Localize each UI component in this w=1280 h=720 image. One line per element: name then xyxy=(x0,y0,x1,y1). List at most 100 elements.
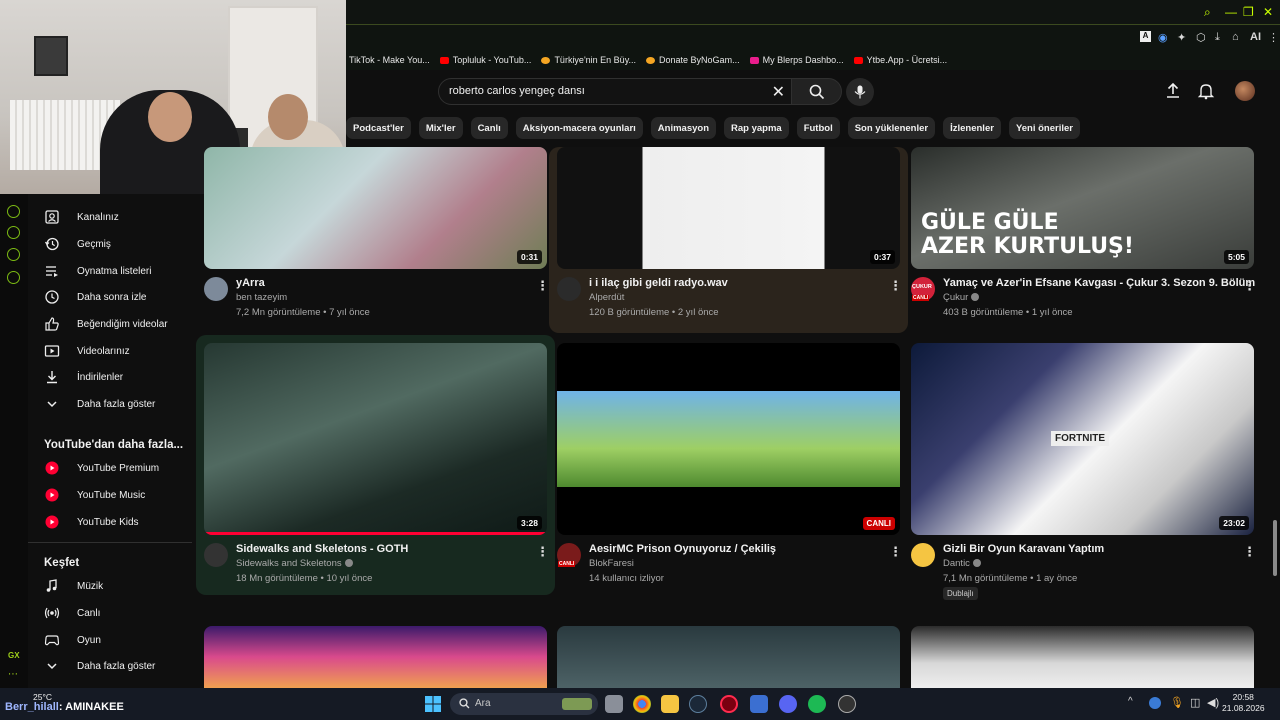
discord-icon[interactable] xyxy=(779,695,797,713)
account-avatar[interactable] xyxy=(1235,81,1255,101)
volume-icon[interactable]: ◀) xyxy=(1207,696,1219,709)
clear-search-icon[interactable]: ✕ xyxy=(772,82,785,102)
sidebar-item[interactable]: Canlı xyxy=(44,603,100,623)
filter-chip[interactable]: İzlenenler xyxy=(943,117,1001,139)
video-title[interactable]: Sidewalks and Skeletons - GOTH xyxy=(236,543,408,555)
sidebar-item[interactable]: YouTube Music xyxy=(44,485,145,505)
store-icon[interactable] xyxy=(750,695,768,713)
mic-tray-icon[interactable]: 🎙 xyxy=(1170,696,1184,709)
sidebar-item[interactable]: Oynatma listeleri xyxy=(44,261,151,281)
video-title[interactable]: AesirMC Prison Oynuyoruz / Çekiliş xyxy=(589,543,776,555)
bookmark-item[interactable]: My Blerps Dashbo... xyxy=(749,55,844,65)
maximize-button[interactable]: ❐ xyxy=(1243,5,1254,19)
channel-name[interactable]: BlokFaresi xyxy=(589,558,634,569)
upload-icon[interactable] xyxy=(1164,82,1182,100)
player-icon[interactable] xyxy=(7,205,20,218)
channel-avatar[interactable]: ÇUKUR CANLI xyxy=(911,277,935,301)
sidebar-item[interactable]: Oyun xyxy=(44,630,101,650)
sidebar-item[interactable]: Müzik xyxy=(44,576,103,596)
filter-chip[interactable]: Son yüklenenler xyxy=(847,117,936,139)
filter-chip[interactable]: Futbol xyxy=(796,117,840,139)
close-button[interactable]: ✕ xyxy=(1263,5,1273,19)
chrome-icon[interactable] xyxy=(633,695,651,713)
more-options-icon[interactable]: ⋮ xyxy=(889,278,902,294)
more-options-icon[interactable]: ⋮ xyxy=(1243,544,1256,560)
channel-avatar[interactable]: CANLI xyxy=(557,543,581,567)
video-thumbnail[interactable]: 3:28 xyxy=(204,343,547,535)
more-options-icon[interactable]: ⋮ xyxy=(1243,278,1256,294)
audio-icon[interactable]: ◉ xyxy=(1158,31,1168,44)
video-title[interactable]: yArra xyxy=(236,277,265,289)
search-box[interactable]: roberto carlos yengeç dansı ✕ xyxy=(438,78,792,105)
video-thumbnail[interactable]: FORTNITE 23:02 xyxy=(911,343,1254,535)
app-icon[interactable] xyxy=(838,695,856,713)
video-thumbnail[interactable] xyxy=(911,626,1254,688)
search-input[interactable]: roberto carlos yengeç dansı xyxy=(449,85,585,97)
extensions-icon[interactable] xyxy=(7,248,20,261)
video-title[interactable]: Yamaç ve Azer'in Efsane Kavgası - Çukur … xyxy=(943,277,1255,289)
task-view-icon[interactable] xyxy=(605,695,623,713)
search-button[interactable] xyxy=(792,78,842,105)
voice-search-button[interactable] xyxy=(846,78,874,106)
bookmark-item[interactable]: Türkiye'nin En Büy... xyxy=(541,55,636,65)
taskbar-search[interactable]: Ara xyxy=(450,693,598,715)
search-icon[interactable]: ⌕ xyxy=(1204,5,1211,20)
tray-chevron-icon[interactable]: ^ xyxy=(1128,696,1133,707)
video-title[interactable]: i i ilaç gibi geldi radyo.wav xyxy=(589,277,728,289)
video-title[interactable]: Gizli Bir Oyun Karavanı Yaptım xyxy=(943,543,1104,555)
filter-chip[interactable]: Rap yapma xyxy=(724,117,789,139)
bookmark-item[interactable]: TikTok - Make You... xyxy=(349,55,430,65)
start-icon[interactable] xyxy=(425,696,441,712)
sidebar-item[interactable]: Videolarınız xyxy=(44,341,130,361)
spotify-icon[interactable] xyxy=(808,695,826,713)
opera-gx-icon[interactable] xyxy=(720,695,738,713)
more-icon[interactable]: ⋯ xyxy=(8,669,18,680)
more-options-icon[interactable]: ⋮ xyxy=(536,278,549,294)
sidebar-item[interactable]: Geçmiş xyxy=(44,234,111,254)
steam-icon[interactable] xyxy=(689,695,707,713)
clock[interactable]: 20:58 21.08.2026 xyxy=(1222,692,1265,714)
puzzle-icon[interactable]: ⬡ xyxy=(1196,31,1206,44)
sidebar-item[interactable]: YouTube Premium xyxy=(44,458,159,478)
menu-icon[interactable]: ⋮ xyxy=(1268,31,1279,44)
channel-avatar[interactable] xyxy=(557,277,581,301)
extension-icon[interactable]: ✦ xyxy=(1177,31,1186,44)
filter-chip[interactable]: Yeni öneriler xyxy=(1008,117,1080,139)
network-icon[interactable]: ◫ xyxy=(1190,696,1200,709)
filter-chip[interactable]: Mix'ler xyxy=(418,117,463,139)
channel-name[interactable]: Çukur xyxy=(943,292,980,303)
ai-button[interactable]: AI xyxy=(1250,31,1261,43)
filter-chip[interactable]: Podcast'ler xyxy=(346,117,411,139)
sidebar-item[interactable]: Daha sonra izle xyxy=(44,287,146,307)
more-options-icon[interactable]: ⋮ xyxy=(889,544,902,560)
video-thumbnail[interactable]: 0:37 xyxy=(557,147,900,269)
filter-chip[interactable]: Aksiyon-macera oyunları xyxy=(515,117,643,139)
minimize-button[interactable]: — xyxy=(1225,5,1237,19)
sidebar-item[interactable]: İndirilenler xyxy=(44,367,123,387)
channel-avatar[interactable] xyxy=(204,543,228,567)
bell-icon[interactable] xyxy=(1197,82,1215,100)
filter-chip[interactable]: Animasyon xyxy=(650,117,717,139)
tray-app-icon[interactable] xyxy=(1149,697,1161,709)
download-icon[interactable]: ⤓ xyxy=(1215,31,1220,44)
sidebar-item[interactable]: Kanalınız xyxy=(44,207,119,227)
video-thumbnail[interactable]: GÜLE GÜLE AZER KURTULUŞ! 5:05 xyxy=(911,147,1254,269)
filter-chip[interactable]: Canlı xyxy=(470,117,508,139)
video-thumbnail[interactable] xyxy=(204,626,547,688)
bookmark-item[interactable]: Ytbe.App - Ücretsi... xyxy=(853,55,947,65)
file-explorer-icon[interactable] xyxy=(661,695,679,713)
sidebar-item[interactable]: Daha fazla göster xyxy=(44,394,155,414)
more-options-icon[interactable]: ⋮ xyxy=(536,544,549,560)
channel-name[interactable]: ben tazeyim xyxy=(236,292,287,303)
channel-avatar[interactable] xyxy=(204,277,228,301)
settings-icon[interactable] xyxy=(7,271,20,284)
video-thumbnail[interactable] xyxy=(557,626,900,688)
channel-name[interactable]: Sidewalks and Skeletons xyxy=(236,558,353,569)
sidebar-item[interactable]: Daha fazla göster xyxy=(44,656,155,676)
scrollbar[interactable] xyxy=(1273,520,1277,576)
bookmark-item[interactable]: Topluluk - YouTub... xyxy=(439,55,531,65)
channel-avatar[interactable] xyxy=(911,543,935,567)
video-thumbnail[interactable]: CANLI xyxy=(557,343,900,535)
channel-name[interactable]: Dantic xyxy=(943,558,981,569)
video-thumbnail[interactable]: 0:31 xyxy=(204,147,547,269)
